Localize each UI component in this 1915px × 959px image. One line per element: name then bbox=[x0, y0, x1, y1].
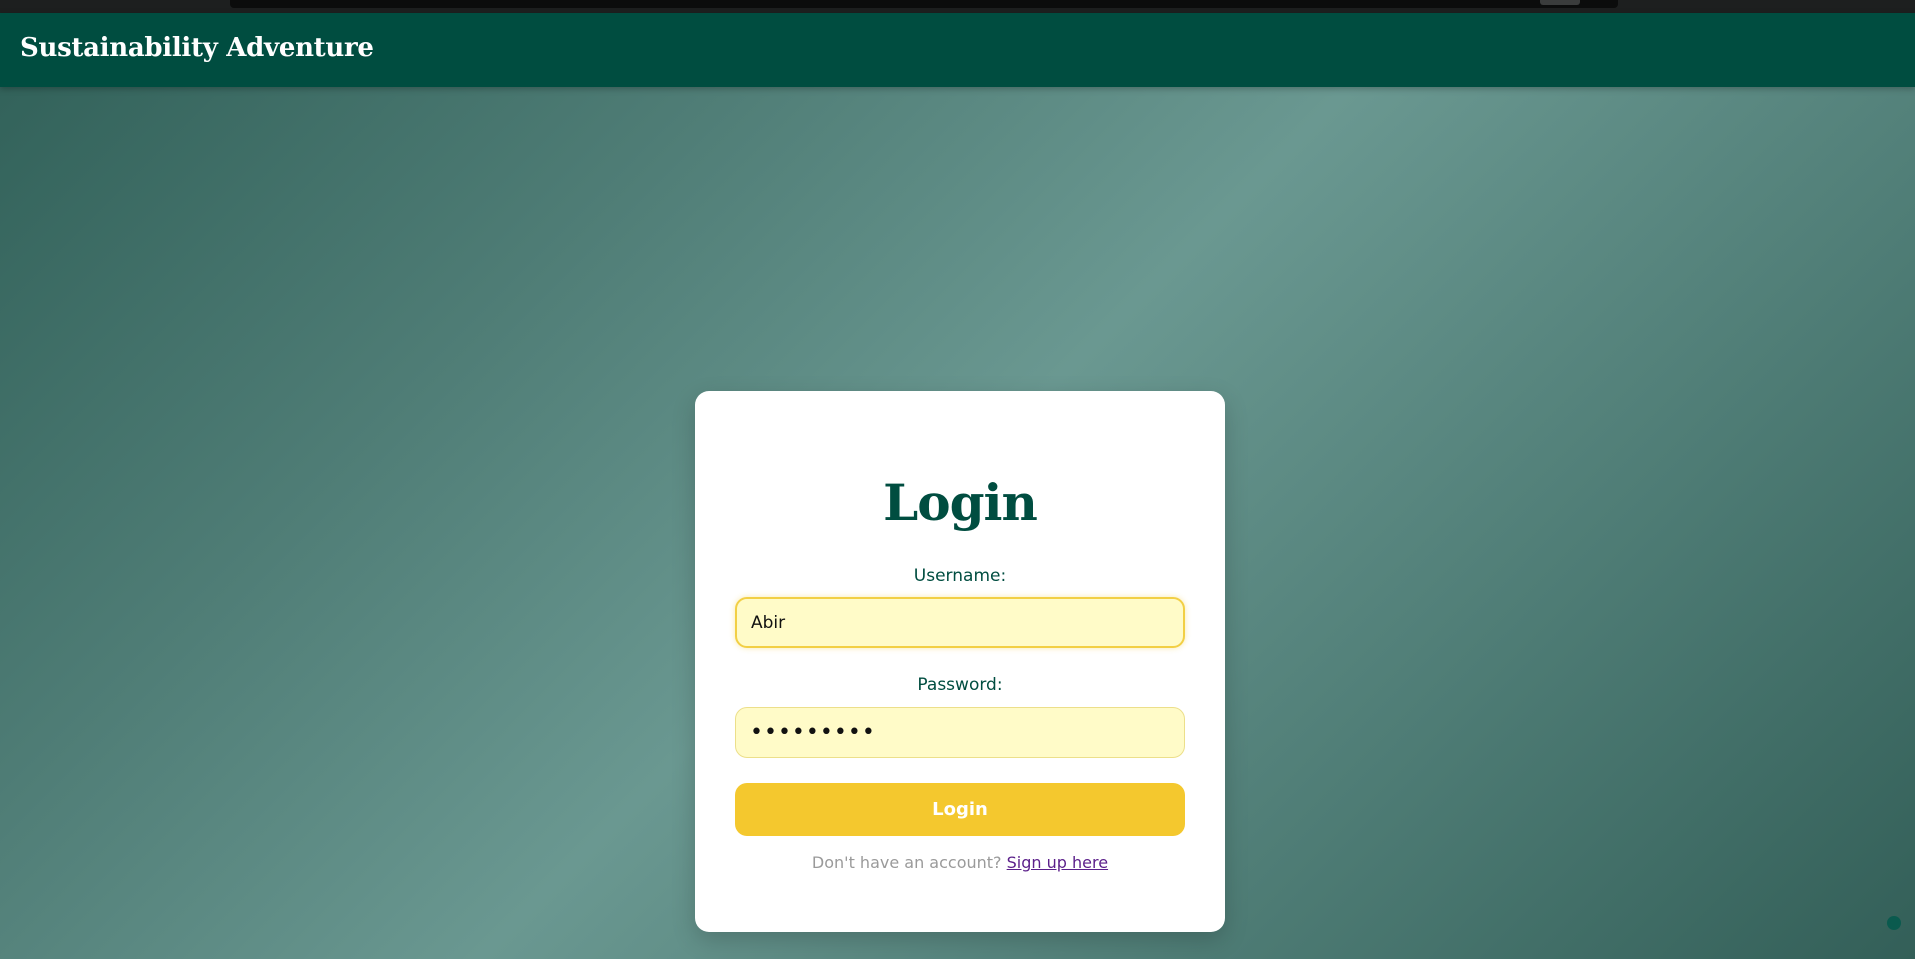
browser-address-chip bbox=[1540, 0, 1580, 5]
brand-title[interactable]: Sustainability Adventure bbox=[20, 33, 374, 63]
top-navbar: Sustainability Adventure bbox=[0, 13, 1915, 87]
username-input[interactable] bbox=[735, 597, 1185, 648]
password-label: Password: bbox=[917, 675, 1003, 695]
username-label: Username: bbox=[913, 566, 1007, 586]
password-input[interactable] bbox=[735, 707, 1185, 758]
floating-indicator-dot[interactable] bbox=[1887, 916, 1901, 930]
login-button[interactable]: Login bbox=[735, 783, 1185, 836]
signup-prompt-text: Don't have an account? bbox=[811, 853, 1002, 872]
login-title: Login bbox=[883, 473, 1038, 532]
login-card: Login Username: Password: Login Don't ha… bbox=[695, 391, 1225, 932]
browser-top-strip bbox=[0, 0, 1915, 13]
browser-address-bar[interactable] bbox=[230, 0, 1618, 8]
signup-link[interactable]: Sign up here bbox=[1007, 853, 1108, 872]
signup-prompt-line: Don't have an account? Sign up here bbox=[695, 853, 1225, 872]
page: Sustainability Adventure Login Username:… bbox=[0, 0, 1915, 959]
